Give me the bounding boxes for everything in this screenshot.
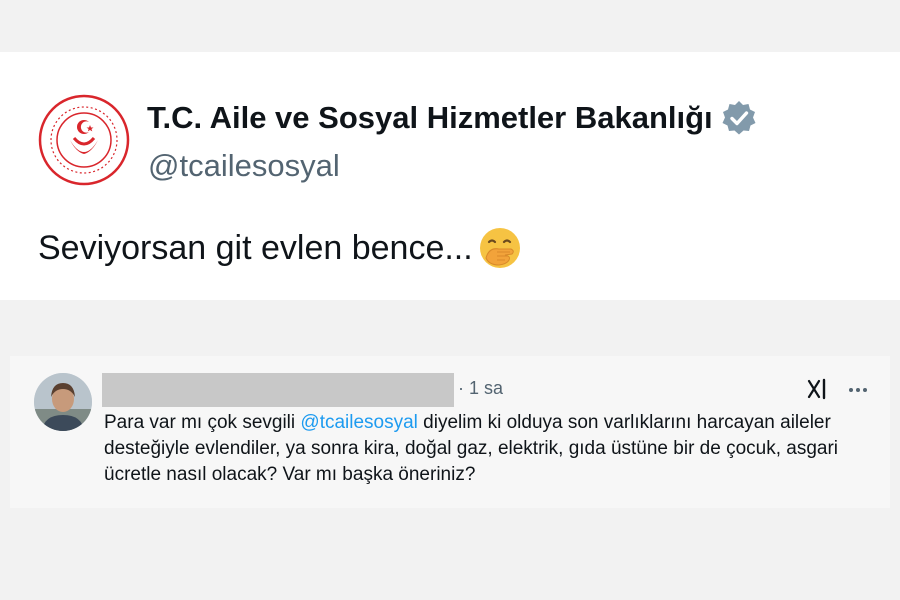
reply-timestamp[interactable]: · 1 sa [458,378,503,399]
reply-text-start: Para var mı çok sevgili [104,412,301,433]
mention-link[interactable]: @tcailesosyal [300,412,418,433]
avatar[interactable] [34,373,92,431]
verified-badge-icon [719,98,759,138]
reply-body: Para var mı çok sevgili @tcailesosyal di… [104,410,874,488]
ministry-logo[interactable] [38,94,130,186]
reply-tweet: · 1 sa Para var mı çok sevgili @tcaileso… [10,356,890,508]
original-tweet: T.C. Aile ve Sosyal Hizmetler Bakanlığı … [0,52,900,300]
more-options-icon[interactable] [846,378,870,402]
grok-icon[interactable] [806,377,830,401]
tweet-body: Seviyorsan git evlen bence... [38,225,523,271]
tweet-text: Seviyorsan git evlen bence... [38,228,473,267]
account-handle[interactable]: @tcailesosyal [148,148,340,184]
account-display-name[interactable]: T.C. Aile ve Sosyal Hizmetler Bakanlığı [147,98,759,138]
face-with-hand-over-mouth-emoji [477,225,523,271]
display-name-text: T.C. Aile ve Sosyal Hizmetler Bakanlığı [147,100,713,135]
redacted-username-bar [102,373,454,407]
